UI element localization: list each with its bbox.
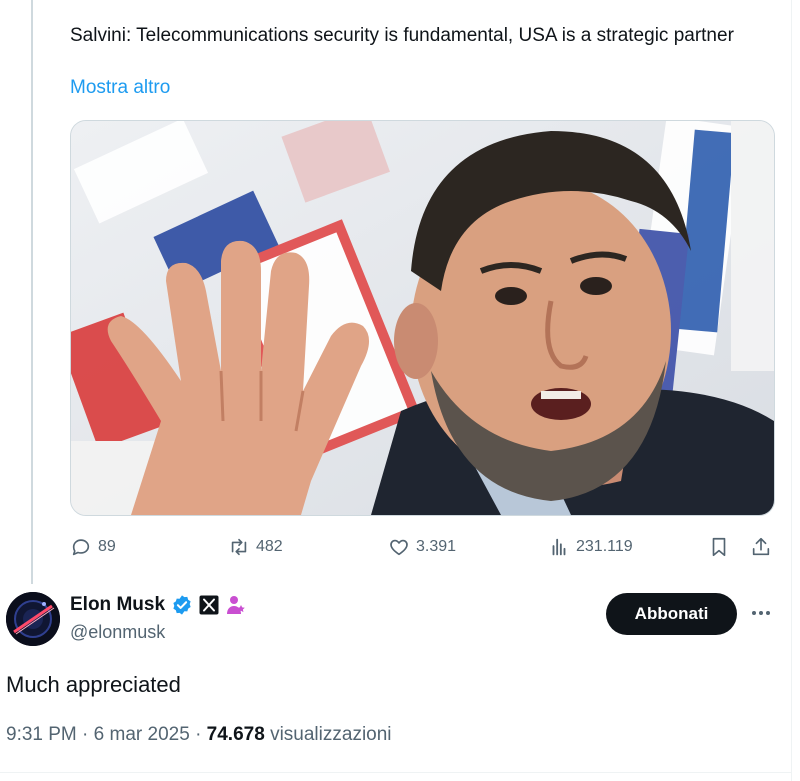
- government-badge-icon[interactable]: [225, 594, 247, 616]
- subscribe-button[interactable]: Abbonati: [606, 593, 737, 635]
- repost-button[interactable]: 482: [228, 530, 283, 564]
- repost-icon: [231, 538, 247, 556]
- author-name[interactable]: Elon Musk: [70, 594, 165, 616]
- thread-connector-line: [31, 0, 33, 584]
- x-affiliate-icon[interactable]: [199, 595, 219, 615]
- reply-icon: [72, 539, 90, 556]
- post-image[interactable]: [70, 120, 775, 516]
- column-border: [791, 0, 792, 781]
- share-button[interactable]: [750, 530, 772, 564]
- reply-count: 89: [98, 538, 116, 555]
- post-metadata: 9:31 PM · 6 mar 2025 · 74.678 visualizza…: [6, 724, 392, 746]
- more-options-button[interactable]: [748, 600, 774, 626]
- post-date[interactable]: 6 mar 2025: [94, 724, 190, 745]
- verified-badge-icon[interactable]: [171, 594, 193, 616]
- quoted-post-text: Salvini: Telecommunications security is …: [70, 25, 734, 46]
- post-text: Much appreciated: [6, 672, 181, 697]
- reply-button[interactable]: 89: [70, 530, 116, 564]
- post-actions-bar: 89 482 3.391 231.119: [70, 530, 773, 564]
- more-dots-icon: [752, 611, 770, 615]
- like-count: 3.391: [416, 538, 457, 555]
- bookmark-icon: [712, 537, 726, 557]
- avatar[interactable]: [6, 592, 60, 646]
- avatar-image: [6, 592, 60, 646]
- views-icon: [552, 538, 566, 556]
- views-button[interactable]: 231.119: [548, 530, 633, 564]
- bookmark-button[interactable]: [708, 530, 730, 564]
- like-button[interactable]: 3.391: [388, 530, 456, 564]
- post-views-count: 74.678: [206, 724, 265, 745]
- divider: [0, 772, 792, 773]
- show-more-link[interactable]: Mostra altro: [70, 77, 170, 99]
- repost-count: 482: [256, 538, 283, 555]
- author-name-row: Elon Musk: [70, 594, 247, 616]
- meta-separator: ·: [195, 724, 207, 745]
- views-count: 231.119: [576, 538, 633, 555]
- heart-icon: [390, 539, 408, 556]
- meta-separator: ·: [82, 724, 94, 745]
- salvini-photo: [71, 121, 774, 515]
- share-icon: [752, 537, 770, 556]
- post-views-label: visualizzazioni: [270, 724, 392, 745]
- author-handle[interactable]: @elonmusk: [70, 622, 165, 643]
- post-time[interactable]: 9:31 PM: [6, 724, 77, 745]
